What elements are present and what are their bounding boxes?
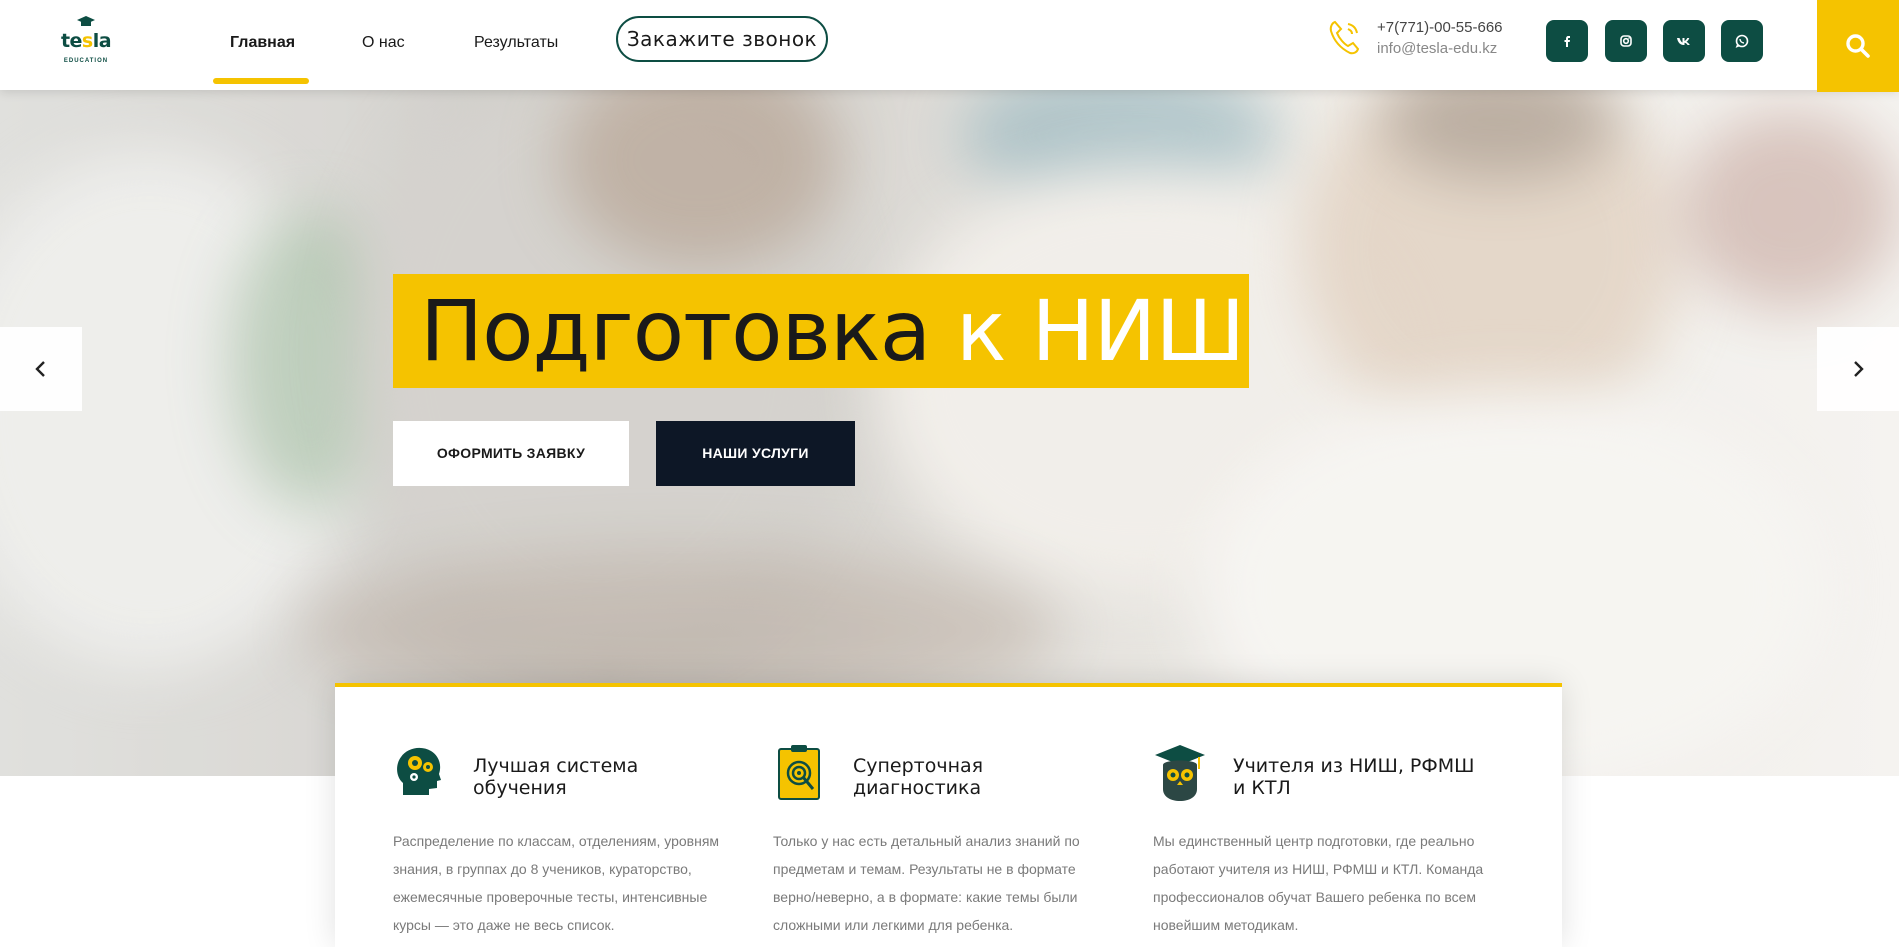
whatsapp-button[interactable]: [1721, 20, 1763, 62]
chevron-left-icon: [35, 361, 45, 377]
owl-graduate-icon: [1155, 745, 1205, 801]
vk-icon: [1677, 38, 1690, 45]
slider-prev-button[interactable]: [0, 327, 82, 411]
nav-home[interactable]: Главная: [230, 34, 295, 52]
facebook-icon: [1564, 36, 1570, 47]
logo-wordmark: tesla: [60, 30, 112, 52]
facebook-button[interactable]: [1546, 20, 1588, 62]
graduation-cap-icon: [77, 16, 95, 26]
feature-title: Суперточная диагностика: [853, 755, 984, 799]
vk-button[interactable]: [1663, 20, 1705, 62]
nav-about[interactable]: О нас: [362, 34, 405, 52]
search-button[interactable]: [1817, 0, 1899, 92]
order-call-button[interactable]: Закажите звонок: [616, 16, 828, 62]
hero-slider: Подготовка к НИШ ОФОРМИТЬ ЗАЯВКУ НАШИ УС…: [0, 90, 1899, 776]
target-report-icon: [778, 745, 820, 800]
contact-email[interactable]: info@tesla-edu.kz: [1377, 40, 1497, 57]
nav-active-indicator: [213, 78, 309, 84]
logo[interactable]: tesla EDUCATION: [58, 16, 114, 74]
whatsapp-icon: [1735, 34, 1749, 48]
phone-icon: [1329, 20, 1360, 55]
feature-text: Мы единственный центр подготовки, где ре…: [1153, 833, 1484, 933]
feature-text: Распределение по классам, отделениям, ур…: [393, 833, 720, 933]
search-icon: [1846, 34, 1870, 58]
instagram-icon: [1620, 35, 1632, 47]
hero-title: Подготовка к НИШ: [420, 282, 1245, 380]
apply-button[interactable]: ОФОРМИТЬ ЗАЯВКУ: [393, 421, 629, 486]
feature-text: Только у нас есть детальный анализ знани…: [773, 833, 1080, 933]
hero-overlay: [0, 90, 1899, 776]
brain-gears-icon: [397, 747, 441, 795]
contact-phone[interactable]: +7(771)-00-55-666: [1377, 19, 1503, 36]
slider-next-button[interactable]: [1817, 327, 1899, 411]
features-card: Лучшая система обучения Распределение по…: [335, 683, 1562, 947]
site-header: tesla EDUCATION Главная О нас Результаты…: [0, 0, 1899, 92]
chevron-right-icon: [1854, 361, 1864, 377]
instagram-button[interactable]: [1605, 20, 1647, 62]
nav-results[interactable]: Результаты: [474, 34, 558, 52]
logo-subtext: EDUCATION: [63, 58, 109, 64]
feature-title: Учителя из НИШ, РФМШ и КТЛ: [1233, 755, 1475, 799]
feature-title: Лучшая система обучения: [473, 755, 639, 799]
services-button[interactable]: НАШИ УСЛУГИ: [656, 421, 855, 486]
